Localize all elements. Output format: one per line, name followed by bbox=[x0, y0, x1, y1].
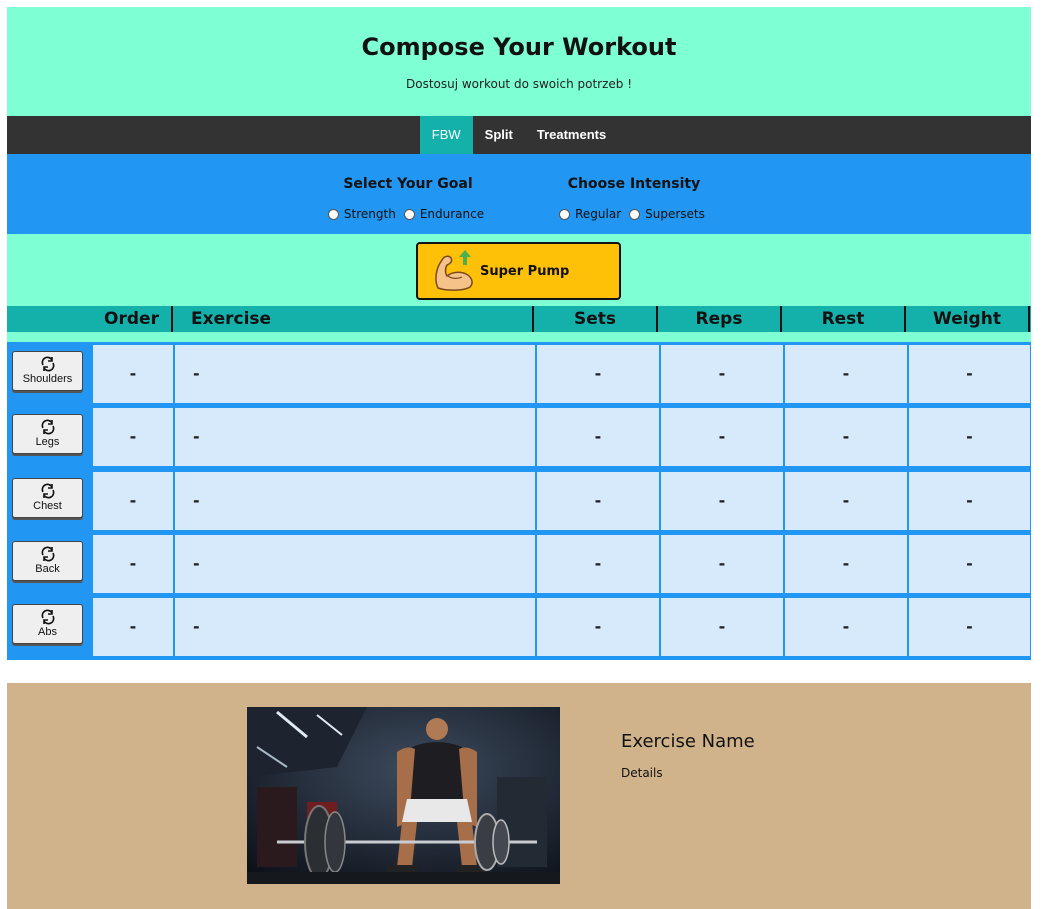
col-sets: Sets bbox=[534, 306, 658, 332]
table-row: Shoulders - - - - - - bbox=[7, 342, 1031, 406]
exercise-cell: - bbox=[174, 344, 536, 404]
order-cell: - bbox=[92, 471, 174, 531]
shuffle-icon bbox=[41, 419, 54, 435]
supersets-radio[interactable] bbox=[629, 208, 641, 220]
shuffle-shoulders-button[interactable]: Shoulders bbox=[12, 351, 83, 391]
muscle-label: Abs bbox=[38, 626, 57, 638]
exercise-cell: - bbox=[174, 534, 536, 594]
flexed-biceps-icon bbox=[435, 250, 473, 291]
col-rest: Rest bbox=[782, 306, 906, 332]
muscle-label: Legs bbox=[35, 436, 60, 448]
reps-cell: - bbox=[660, 344, 784, 404]
nav-bar: FBW Split Treatments bbox=[7, 116, 1031, 154]
exercise-detail-panel: Exercise Name Details bbox=[7, 683, 1031, 909]
sets-cell: - bbox=[536, 407, 660, 467]
order-cell: - bbox=[92, 344, 174, 404]
weight-cell: - bbox=[908, 407, 1031, 467]
page-subtitle: Dostosuj workout do swoich potrzeb ! bbox=[405, 77, 633, 91]
rest-cell: - bbox=[784, 344, 908, 404]
table-row: Abs - - - - - - bbox=[7, 595, 1031, 659]
table-row: Legs - - - - - - bbox=[7, 405, 1031, 469]
rest-cell: - bbox=[784, 597, 908, 657]
regular-radio[interactable] bbox=[559, 208, 571, 220]
app: Compose Your Workout Dostosuj workout do… bbox=[7, 7, 1031, 660]
sets-cell: - bbox=[536, 344, 660, 404]
muscle-label: Shoulders bbox=[22, 373, 73, 385]
table-row: Back - - - - - - bbox=[7, 532, 1031, 596]
goal-group: Select Your Goal Strength Endurance bbox=[327, 176, 484, 221]
exercise-photo bbox=[247, 707, 560, 884]
strength-radio[interactable] bbox=[327, 208, 339, 220]
regular-label: Regular bbox=[575, 207, 622, 221]
exercise-name: Exercise Name bbox=[621, 731, 755, 752]
reps-cell: - bbox=[660, 407, 784, 467]
exercise-cell: - bbox=[174, 471, 536, 531]
table-gap bbox=[7, 332, 1031, 342]
reps-cell: - bbox=[660, 597, 784, 657]
exercise-cell: - bbox=[174, 407, 536, 467]
options-bar: Select Your Goal Strength Endurance Choo… bbox=[7, 154, 1031, 234]
muscle-label: Chest bbox=[33, 500, 62, 512]
shuffle-legs-button[interactable]: Legs bbox=[12, 414, 83, 454]
order-cell: - bbox=[92, 407, 174, 467]
exercise-details: Details bbox=[621, 766, 663, 780]
shuffle-icon bbox=[41, 546, 54, 562]
rest-cell: - bbox=[784, 471, 908, 531]
shuffle-icon bbox=[41, 356, 54, 372]
shuffle-icon bbox=[41, 609, 54, 625]
intensity-option-regular[interactable]: Regular bbox=[559, 207, 621, 221]
rest-cell: - bbox=[784, 407, 908, 467]
shuffle-abs-button[interactable]: Abs bbox=[12, 604, 83, 644]
tab-split[interactable]: Split bbox=[473, 116, 525, 154]
col-exercise: Exercise bbox=[173, 306, 534, 332]
order-cell: - bbox=[92, 597, 174, 657]
tab-fbw[interactable]: FBW bbox=[419, 116, 473, 154]
pump-area: Super Pump bbox=[7, 234, 1031, 306]
shuffle-back-button[interactable]: Back bbox=[12, 541, 83, 581]
col-weight: Weight bbox=[906, 306, 1030, 332]
super-pump-button[interactable]: Super Pump bbox=[416, 242, 621, 300]
weight-cell: - bbox=[908, 344, 1031, 404]
order-cell: - bbox=[92, 534, 174, 594]
table-body: Shoulders - - - - - - Legs - - - - - - C… bbox=[7, 342, 1031, 660]
goal-title: Select Your Goal bbox=[343, 176, 473, 192]
col-reps: Reps bbox=[658, 306, 782, 332]
col-order: Order bbox=[92, 306, 173, 332]
intensity-title: Choose Intensity bbox=[567, 176, 701, 192]
sets-cell: - bbox=[536, 534, 660, 594]
shuffle-chest-button[interactable]: Chest bbox=[12, 478, 83, 518]
exercise-cell: - bbox=[174, 597, 536, 657]
shuffle-icon bbox=[41, 483, 54, 499]
weight-cell: - bbox=[908, 534, 1031, 594]
endurance-radio[interactable] bbox=[403, 208, 415, 220]
goal-option-strength[interactable]: Strength bbox=[327, 207, 396, 221]
weight-cell: - bbox=[908, 471, 1031, 531]
header: Compose Your Workout Dostosuj workout do… bbox=[7, 7, 1031, 116]
reps-cell: - bbox=[660, 534, 784, 594]
rest-cell: - bbox=[784, 534, 908, 594]
sets-cell: - bbox=[536, 471, 660, 531]
endurance-label: Endurance bbox=[419, 207, 485, 221]
intensity-group: Choose Intensity Regular Supersets bbox=[559, 176, 705, 221]
table-header: Order Exercise Sets Reps Rest Weight bbox=[7, 306, 1031, 332]
page-title: Compose Your Workout bbox=[361, 33, 677, 61]
goal-option-endurance[interactable]: Endurance bbox=[403, 207, 485, 221]
muscle-label: Back bbox=[35, 563, 60, 575]
super-pump-label: Super Pump bbox=[480, 263, 570, 279]
weight-cell: - bbox=[908, 597, 1031, 657]
tab-treatments[interactable]: Treatments bbox=[525, 116, 618, 154]
strength-label: Strength bbox=[343, 207, 396, 221]
reps-cell: - bbox=[660, 471, 784, 531]
sets-cell: - bbox=[536, 597, 660, 657]
supersets-label: Supersets bbox=[645, 207, 705, 221]
table-row: Chest - - - - - - bbox=[7, 469, 1031, 533]
intensity-option-supersets[interactable]: Supersets bbox=[629, 207, 705, 221]
